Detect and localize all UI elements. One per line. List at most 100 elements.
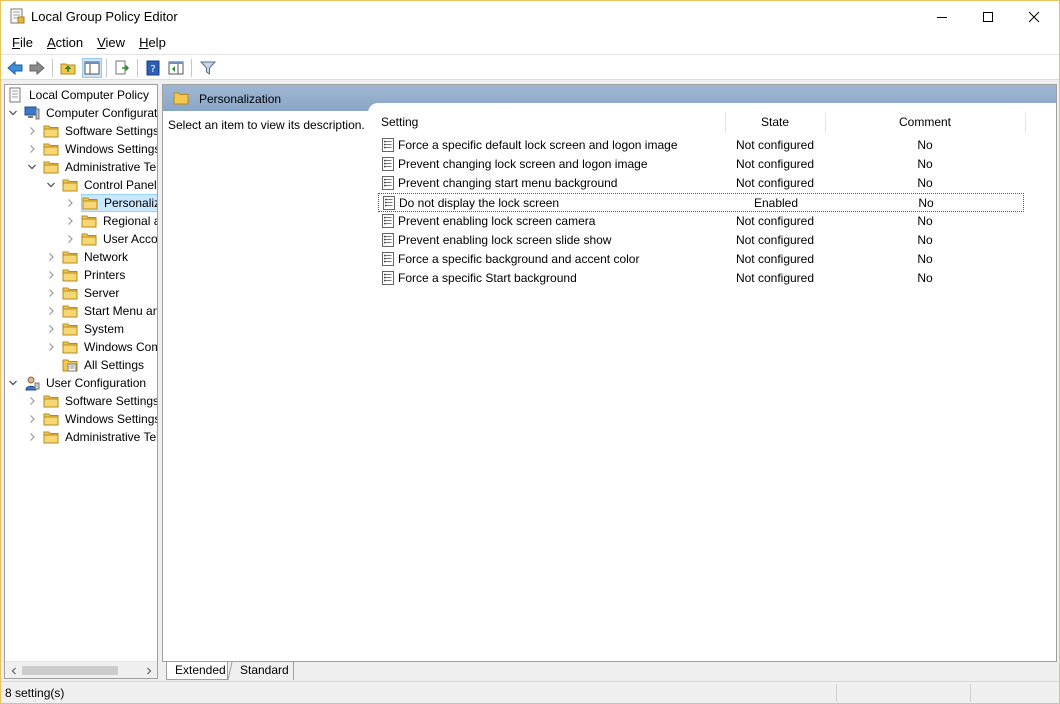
chevron-right-icon[interactable]: [45, 269, 57, 281]
window-title: Local Group Policy Editor: [31, 9, 178, 24]
menu-view[interactable]: View: [90, 33, 132, 53]
show-hide-action-pane-button[interactable]: [166, 58, 186, 78]
chevron-right-icon[interactable]: [26, 125, 38, 137]
setting-row[interactable]: Do not display the lock screen Enabled No: [378, 193, 1024, 212]
chevron-down-icon[interactable]: [7, 377, 19, 389]
chevron-right-icon[interactable]: [45, 287, 57, 299]
help-icon: ?: [146, 60, 160, 76]
tab-standard[interactable]: Standard: [232, 662, 294, 680]
column-header-comment[interactable]: Comment: [825, 111, 1025, 133]
setting-row[interactable]: Prevent enabling lock screen slide show N…: [378, 231, 1024, 250]
help-button[interactable]: ?: [143, 58, 163, 78]
tree-item[interactable]: Windows Settings: [26, 140, 157, 158]
tree-item[interactable]: Windows Components: [45, 338, 157, 356]
scrollbar-thumb[interactable]: [22, 666, 118, 675]
tree-item[interactable]: Software Settings: [26, 122, 158, 140]
scroll-left-icon[interactable]: [7, 664, 20, 677]
maximize-button[interactable]: [965, 1, 1011, 32]
tree-item[interactable]: Network: [45, 248, 132, 266]
tree-item-label-wrap: All Settings: [62, 356, 148, 374]
chevron-right-icon[interactable]: [45, 341, 57, 353]
tree-item[interactable]: Printers: [45, 266, 129, 284]
chevron-right-icon[interactable]: [64, 215, 76, 227]
column-header-setting[interactable]: Setting: [381, 111, 721, 133]
setting-row[interactable]: Prevent changing lock screen and logon i…: [378, 155, 1024, 174]
setting-comment: No: [917, 176, 933, 190]
tree-horizontal-scrollbar[interactable]: [5, 661, 157, 678]
folder-icon: [62, 249, 78, 265]
chevron-down-icon[interactable]: [45, 179, 57, 191]
folder-icon: [62, 177, 78, 193]
minimize-icon: [937, 16, 947, 18]
folder-icon: [62, 303, 78, 319]
setting-row[interactable]: Force a specific background and accent c…: [378, 250, 1024, 269]
menu-action[interactable]: Action: [40, 33, 90, 53]
tree-item-label: All Settings: [84, 358, 145, 372]
setting-comment: No: [917, 214, 933, 228]
close-button[interactable]: [1011, 1, 1057, 32]
setting-row[interactable]: Force a specific default lock screen and…: [378, 136, 1024, 155]
chevron-down-icon[interactable]: [26, 161, 38, 173]
chevron-right-icon[interactable]: [45, 323, 57, 335]
chevron-right-icon[interactable]: [26, 413, 38, 425]
column-divider[interactable]: [1025, 113, 1026, 133]
tree-item-label: User Configuration: [46, 376, 147, 390]
tree-item[interactable]: Administrative Templates: [26, 428, 157, 446]
setting-name: Force a specific Start background: [398, 271, 577, 285]
show-hide-console-tree-button[interactable]: [82, 58, 102, 78]
tab-extended[interactable]: Extended: [166, 662, 228, 680]
setting-row[interactable]: Prevent changing start menu background No…: [378, 174, 1024, 193]
back-button[interactable]: [5, 58, 25, 78]
tree-item[interactable]: All Settings: [45, 356, 148, 374]
setting-state: Not configured: [735, 138, 815, 152]
tree-item[interactable]: User Accounts: [64, 230, 157, 248]
svg-text:?: ?: [150, 64, 155, 75]
export-list-button[interactable]: [112, 58, 132, 78]
setting-state: Not configured: [735, 271, 815, 285]
tree-item[interactable]: Software Settings: [26, 392, 157, 410]
menu-help[interactable]: Help: [132, 33, 173, 53]
app-window: Local Group Policy Editor File Action Vi…: [0, 0, 1060, 704]
tree-item-label: Administrative Templates: [65, 160, 157, 174]
tree-item[interactable]: Windows Settings: [26, 410, 157, 428]
scroll-right-icon[interactable]: [142, 664, 155, 677]
tree-item[interactable]: Control Panel: [45, 176, 157, 194]
tree-item[interactable]: Local Computer Policy: [7, 86, 153, 104]
chevron-right-icon[interactable]: [45, 305, 57, 317]
action-pane-icon: [168, 61, 184, 75]
tree-item[interactable]: Regional and Language Options: [64, 212, 157, 230]
menu-file[interactable]: File: [5, 33, 40, 53]
chevron-right-icon[interactable]: [26, 395, 38, 407]
setting-row[interactable]: Prevent enabling lock screen camera Not c…: [378, 212, 1024, 231]
tree-item-label-wrap: Server: [62, 284, 123, 302]
column-header-state[interactable]: State: [725, 111, 825, 133]
console-tree[interactable]: Local Computer Policy Computer Configurat…: [4, 84, 158, 679]
tree-item[interactable]: Administrative Templates: [26, 158, 157, 176]
chevron-down-icon[interactable]: [7, 107, 19, 119]
tree-item[interactable]: Personalization: [64, 194, 157, 212]
tree-item[interactable]: Start Menu and Taskbar: [45, 302, 157, 320]
folder-icon: [43, 123, 59, 139]
tree-item[interactable]: System: [45, 320, 128, 338]
minimize-button[interactable]: [919, 1, 965, 32]
chevron-right-icon[interactable]: [26, 431, 38, 443]
tree-item[interactable]: User Configuration: [7, 374, 150, 392]
export-list-icon: [115, 60, 130, 75]
chevron-right-icon[interactable]: [64, 233, 76, 245]
up-one-level-button[interactable]: [58, 58, 78, 78]
tree-item[interactable]: Server: [45, 284, 123, 302]
chevron-right-icon[interactable]: [45, 251, 57, 263]
tab-extended-label: Extended: [175, 663, 226, 677]
chevron-right-icon[interactable]: [26, 143, 38, 155]
folder-icon: [81, 231, 97, 247]
setting-state: Not configured: [735, 214, 815, 228]
chevron-right-icon[interactable]: [64, 197, 76, 209]
tree-item-label: Printers: [84, 268, 126, 282]
forward-button[interactable]: [27, 58, 47, 78]
tree-item-label: Software Settings: [65, 124, 158, 138]
setting-row[interactable]: Force a specific Start background Not con…: [378, 269, 1024, 288]
tree-item-label-wrap: Personalization: [81, 194, 157, 212]
filter-button[interactable]: [198, 58, 218, 78]
folder-icon: [62, 267, 78, 283]
tree-item[interactable]: Computer Configuration: [7, 104, 157, 122]
